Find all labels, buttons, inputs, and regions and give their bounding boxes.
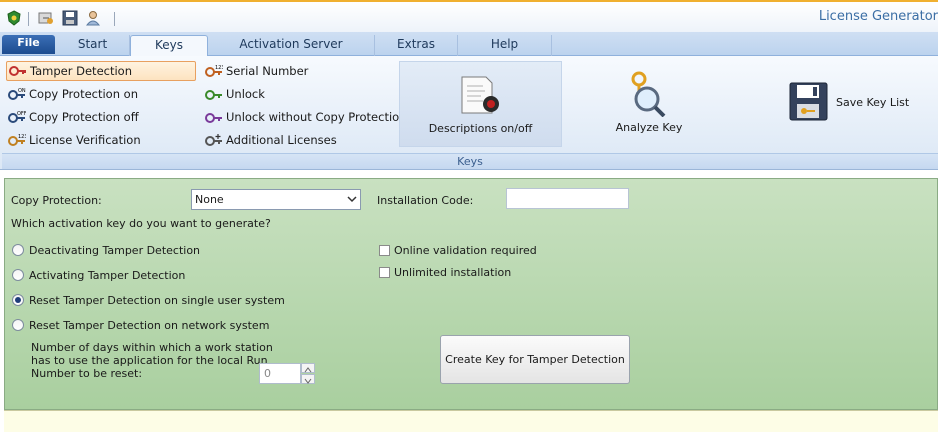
tab-file[interactable]: File	[2, 35, 55, 54]
create-key-button[interactable]: Create Key for Tamper Detection	[440, 335, 630, 384]
copy-off-key-icon: OFF	[8, 110, 27, 124]
ribbon-serial-number[interactable]: 123 Serial Number	[205, 61, 308, 81]
unlock-key-icon	[205, 87, 223, 101]
days-label-line3: Number to be reset:	[31, 367, 143, 380]
ribbon-unlock[interactable]: Unlock	[205, 84, 265, 104]
copy-on-key-icon: ON	[8, 87, 26, 101]
save-icon[interactable]	[62, 10, 78, 26]
unlock-nocopy-key-icon	[205, 110, 223, 124]
ribbon-tamper-detection[interactable]: Tamper Detection	[6, 61, 196, 81]
radio-activating-label: Activating Tamper Detection	[29, 269, 186, 282]
copy-protection-select[interactable]: None	[191, 189, 361, 210]
tab-extras[interactable]: Extras	[375, 35, 458, 56]
ribbon-item-label: Tamper Detection	[30, 64, 132, 78]
svg-text:ON: ON	[18, 88, 26, 94]
ribbon-license-verification[interactable]: 123 License Verification	[8, 130, 141, 150]
descriptions-label: Descriptions on/off	[428, 122, 533, 135]
chevron-down-icon	[347, 194, 357, 207]
copy-protection-label: Copy Protection:	[11, 194, 102, 207]
ribbon-panel: Tamper Detection ON Copy Protection on O…	[0, 56, 938, 170]
radio-reset-single-user[interactable]	[12, 294, 24, 306]
ribbon-unlock-without-copy-protection[interactable]: Unlock without Copy Protection	[205, 107, 406, 127]
online-validation-label: Online validation required	[394, 244, 537, 257]
radio-activating[interactable]	[12, 269, 24, 281]
ribbon-group-label: Keys	[2, 153, 938, 169]
save-key-list-label: Save Key List	[836, 96, 910, 109]
ribbon-item-label: Unlock without Copy Protection	[226, 110, 407, 124]
additional-key-icon	[205, 133, 223, 147]
save-key-list-button[interactable]: Save Key List	[786, 74, 916, 134]
app-title: License Generator	[818, 9, 938, 24]
days-label-line1: Number of days within which a work stati…	[31, 341, 273, 354]
radio-deactivating[interactable]	[12, 244, 24, 256]
serial-key-icon: 123	[205, 64, 225, 78]
days-value: 0	[264, 367, 271, 380]
quick-access-separator	[28, 12, 29, 26]
magnifier-key-icon	[627, 69, 671, 120]
unlimited-installation-label: Unlimited installation	[394, 266, 512, 279]
radio-reset-network-label: Reset Tamper Detection on network system	[29, 319, 270, 332]
copy-protection-value: None	[195, 193, 224, 206]
ribbon-item-label: License Verification	[29, 133, 141, 147]
tab-activation-server[interactable]: Activation Server	[208, 35, 375, 56]
ribbon-item-label: Copy Protection off	[29, 110, 139, 124]
days-label-line2: has to use the application for the local…	[31, 354, 268, 367]
title-bar: License Generator	[0, 0, 938, 32]
key-form-panel: Copy Protection: None Installation Code:…	[4, 178, 938, 410]
unlimited-installation-checkbox[interactable]	[379, 267, 390, 278]
radio-deactivating-label: Deactivating Tamper Detection	[29, 244, 201, 257]
ribbon-copy-protection-off[interactable]: OFF Copy Protection off	[8, 107, 139, 127]
online-validation-checkbox[interactable]	[379, 245, 390, 256]
days-spinner-input[interactable]: 0	[259, 363, 301, 384]
quick-access-separator	[114, 12, 115, 26]
floppy-disk-icon	[789, 82, 829, 125]
installation-code-input[interactable]	[506, 188, 629, 209]
analyze-key-button[interactable]: Analyze Key	[604, 61, 694, 147]
spin-up-icon[interactable]	[301, 363, 315, 373]
days-spinner-buttons[interactable]	[301, 363, 315, 384]
key-edit-icon[interactable]	[38, 10, 54, 26]
user-icon[interactable]	[85, 10, 101, 26]
ribbon-tab-bar: File Start Keys Activation Server Extras…	[0, 32, 938, 57]
ribbon-additional-licenses[interactable]: Additional Licenses	[205, 130, 337, 150]
svg-text:OFF: OFF	[17, 111, 26, 117]
document-icon	[458, 74, 502, 121]
ribbon-item-label: Copy Protection on	[29, 87, 138, 101]
installation-code-label: Installation Code:	[377, 194, 474, 207]
spin-down-icon[interactable]	[301, 374, 315, 384]
radio-reset-single-user-label: Reset Tamper Detection on single user sy…	[29, 294, 285, 307]
tamper-key-icon	[9, 64, 27, 78]
ribbon-item-label: Serial Number	[226, 64, 309, 78]
question-label: Which activation key do you want to gene…	[11, 217, 271, 230]
svg-text:123: 123	[18, 134, 26, 140]
svg-text:123: 123	[215, 65, 223, 71]
tab-keys[interactable]: Keys	[130, 35, 208, 57]
tab-start[interactable]: Start	[56, 35, 130, 56]
verify-key-icon: 123	[8, 133, 28, 147]
shield-icon[interactable]	[6, 10, 22, 26]
analyze-key-label: Analyze Key	[615, 121, 683, 134]
ribbon-item-label: Unlock	[226, 87, 265, 101]
radio-reset-network[interactable]	[12, 319, 24, 331]
tab-help[interactable]: Help	[458, 35, 552, 56]
ribbon-copy-protection-on[interactable]: ON Copy Protection on	[8, 84, 138, 104]
ribbon-item-label: Additional Licenses	[226, 133, 337, 147]
bottom-panel	[4, 410, 938, 432]
descriptions-toggle-button[interactable]: Descriptions on/off	[399, 61, 562, 147]
